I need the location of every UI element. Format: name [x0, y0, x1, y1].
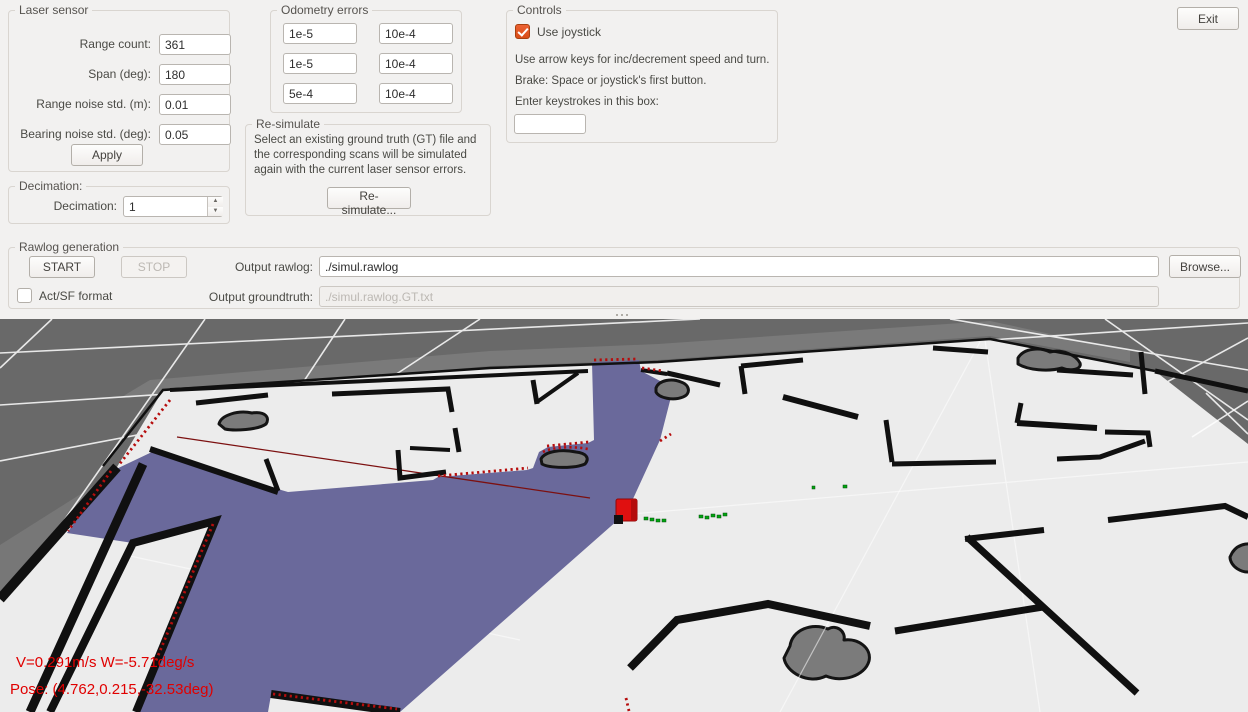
resimulate-group: Re-simulate Select an existing ground tr…: [245, 124, 491, 216]
robot-wheel: [614, 515, 623, 524]
start-button[interactable]: START: [29, 256, 95, 278]
use-joystick-label: Use joystick: [537, 25, 601, 40]
simulation-viewport[interactable]: V=0.291m/s W=-5.71deg/s Pose: (4.762,0.2…: [0, 319, 1248, 712]
robot-side-face: [631, 500, 637, 520]
robot: [614, 499, 637, 524]
resimulate-title: Re-simulate: [252, 117, 324, 132]
span-label: Span (deg):: [9, 67, 151, 82]
obstacle-blob-5: [656, 380, 688, 399]
actsf-format-checkbox[interactable]: [17, 288, 32, 303]
keystroke-input[interactable]: [514, 114, 586, 134]
hud-velocity: V=0.291m/s W=-5.71deg/s: [16, 654, 194, 671]
odom-err-field-1-1[interactable]: [379, 53, 453, 74]
range-noise-field[interactable]: [159, 94, 231, 115]
exit-button[interactable]: Exit: [1177, 7, 1239, 30]
odom-err-field-1-0[interactable]: [283, 53, 357, 74]
odometry-errors-title: Odometry errors: [277, 3, 372, 18]
output-groundtruth-label: Output groundtruth:: [123, 290, 313, 305]
bearing-noise-field[interactable]: [159, 124, 231, 145]
output-rawlog-label: Output rawlog:: [123, 260, 313, 275]
panel-splitter[interactable]: [0, 311, 1248, 319]
decimation-group: Decimation: Decimation: ▲ ▼: [8, 186, 230, 224]
odometry-errors-group: Odometry errors: [270, 10, 462, 113]
odom-err-field-0-1[interactable]: [379, 23, 453, 44]
decimation-group-title: Decimation:: [15, 179, 86, 194]
rawlog-generation-group: Rawlog generation START STOP Output rawl…: [8, 247, 1240, 309]
controls-line-2: Brake: Space or joystick's first button.: [515, 74, 706, 89]
span-field[interactable]: [159, 64, 231, 85]
odom-err-field-2-1[interactable]: [379, 83, 453, 104]
obstacle-blob-1: [219, 412, 267, 430]
actsf-format-label: Act/SF format: [39, 289, 112, 304]
controls-group: Controls Use joystick Use arrow keys for…: [506, 10, 778, 143]
range-noise-label: Range noise std. (m):: [9, 97, 151, 112]
output-rawlog-field[interactable]: [319, 256, 1159, 277]
resimulate-button[interactable]: Re-simulate...: [327, 187, 411, 209]
browse-button[interactable]: Browse...: [1169, 255, 1241, 278]
hud-pose: Pose: (4.762,0.215,-32.53deg): [10, 681, 213, 698]
decimation-label: Decimation:: [9, 199, 117, 214]
output-groundtruth-field: [319, 286, 1159, 307]
resimulate-description: Select an existing ground truth (GT) fil…: [254, 133, 486, 178]
bearing-noise-label: Bearing noise std. (deg):: [9, 127, 151, 142]
rawlog-generation-title: Rawlog generation: [15, 240, 123, 255]
odom-err-field-2-0[interactable]: [283, 83, 357, 104]
laser-sensor-group: Laser sensor Range count: Span (deg): Ra…: [8, 10, 230, 172]
use-joystick-checkbox[interactable]: [515, 24, 530, 39]
odom-err-field-0-0[interactable]: [283, 23, 357, 44]
decimation-stepper[interactable]: ▲ ▼: [207, 197, 223, 216]
controls-title: Controls: [513, 3, 566, 18]
apply-button[interactable]: Apply: [71, 144, 143, 166]
stepper-down-icon[interactable]: ▼: [208, 207, 223, 217]
controls-line-3: Enter keystrokes in this box:: [515, 95, 659, 110]
laser-sensor-title: Laser sensor: [15, 3, 92, 18]
range-count-label: Range count:: [9, 37, 151, 52]
range-count-field[interactable]: [159, 34, 231, 55]
stepper-up-icon[interactable]: ▲: [208, 197, 223, 207]
controls-line-1: Use arrow keys for inc/decrement speed a…: [515, 53, 769, 68]
obstacle-blob-6: [541, 451, 587, 468]
